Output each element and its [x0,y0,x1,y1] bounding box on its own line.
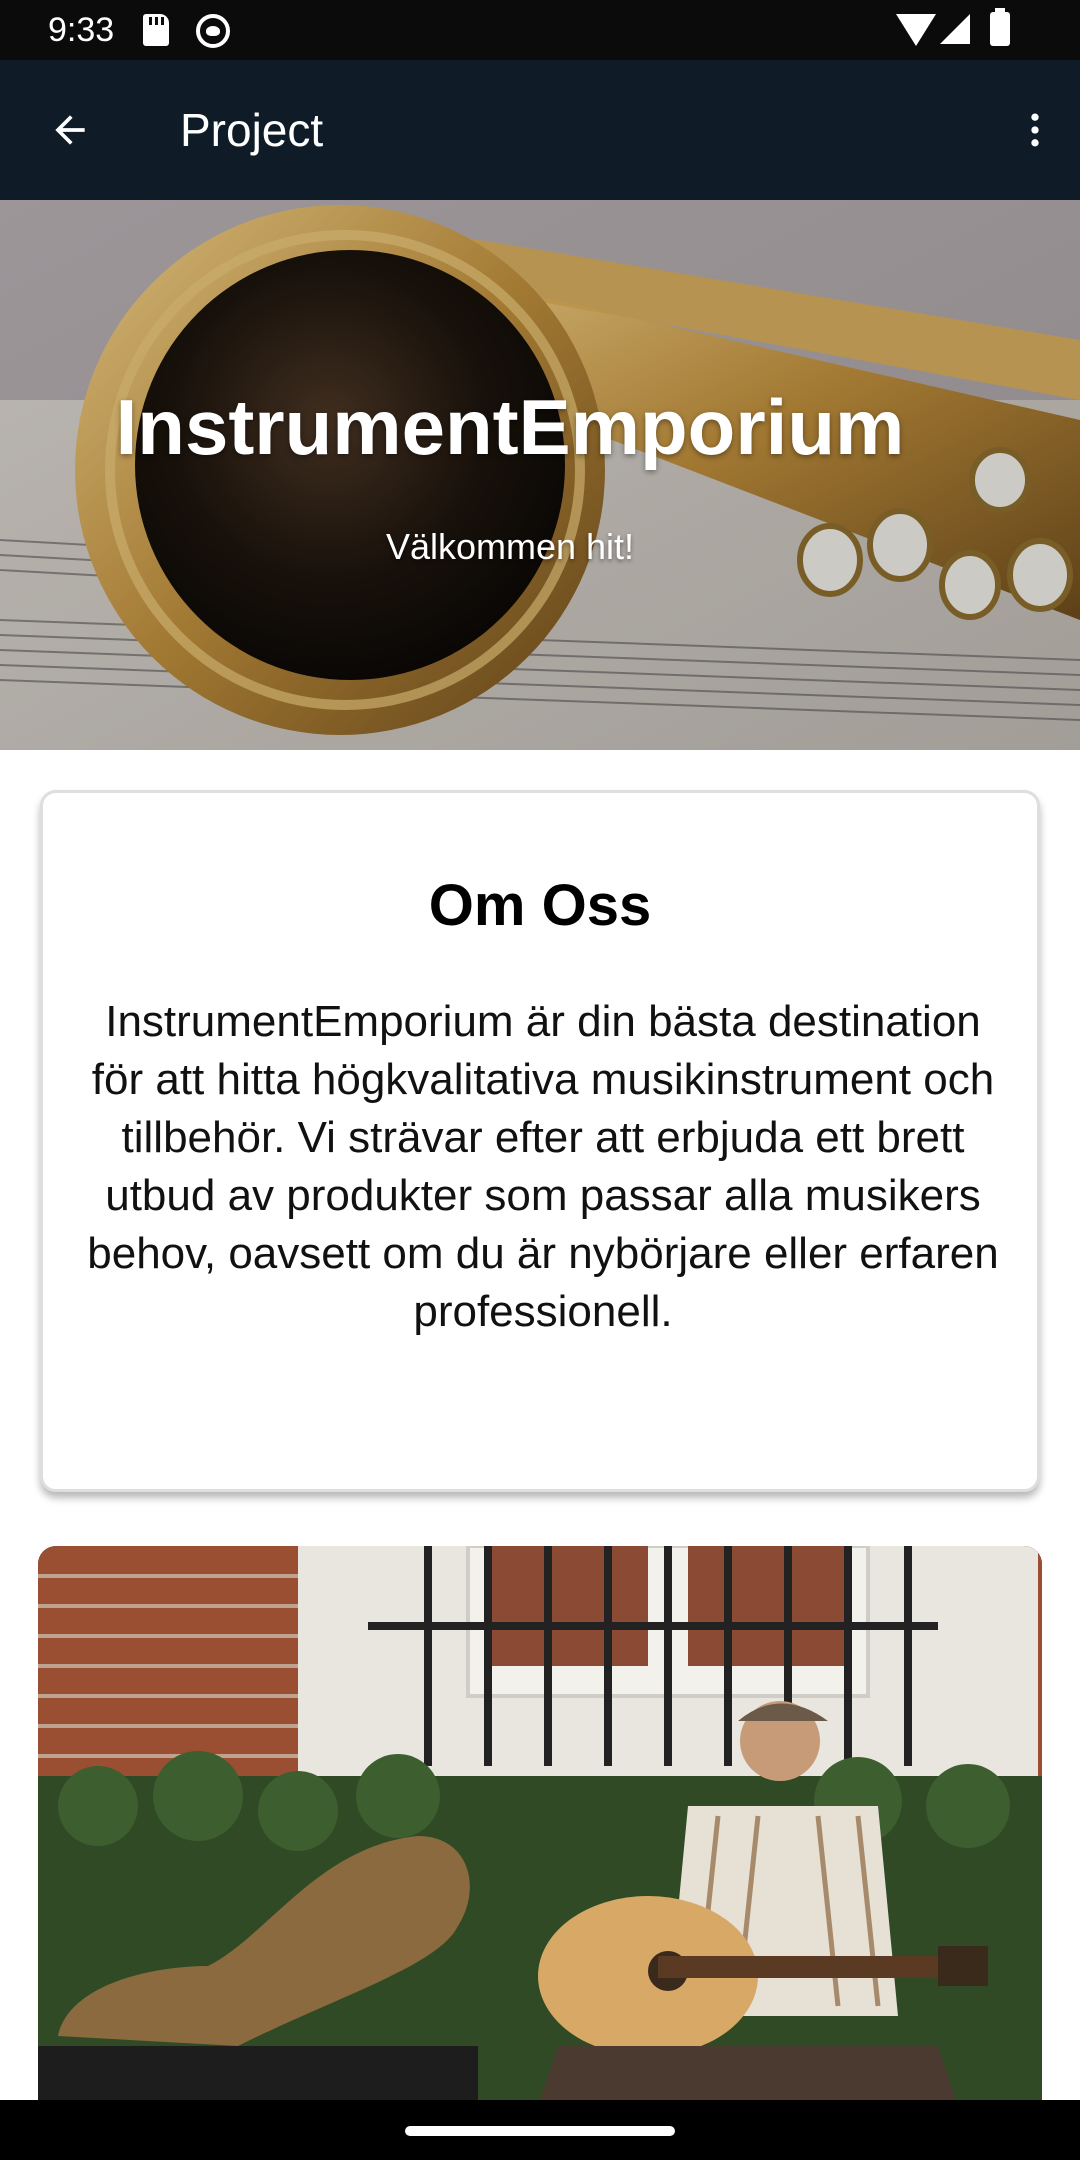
hero-subtitle: Välkommen hit! [385,526,635,567]
app-title: Project [180,104,324,156]
more-vertical-icon [1031,113,1039,147]
arrow-left-icon [55,115,85,145]
guitarist-image [38,1546,1042,2106]
sd-card-icon [143,14,169,46]
hero-banner: InstrumentEmporium Välkommen hit! [0,200,1080,750]
about-description: InstrumentEmporium är din bästa destinat… [87,997,999,1336]
back-button[interactable] [30,90,110,170]
status-bar: 9:33 [0,0,1080,60]
cat-icon [196,14,230,48]
battery-icon [990,8,1010,46]
cell-signal-icon [940,14,970,44]
wifi-icon [896,14,936,46]
navigation-bar [0,2100,1080,2160]
saxophone-image [0,200,1080,750]
hero-title: InstrumentEmporium [115,383,905,471]
screen: 9:33 Project InstrumentEmporium Välkomme… [0,0,1080,2160]
musician-image-card [38,1546,1042,2106]
home-gesture-handle[interactable] [405,2126,675,2136]
about-title: Om Oss [428,873,652,938]
status-time: 9:33 [48,11,115,49]
about-card: Om Oss InstrumentEmporium är din bästa d… [40,790,1040,1492]
app-bar: Project [0,60,1080,200]
more-options-button[interactable] [1000,90,1070,170]
